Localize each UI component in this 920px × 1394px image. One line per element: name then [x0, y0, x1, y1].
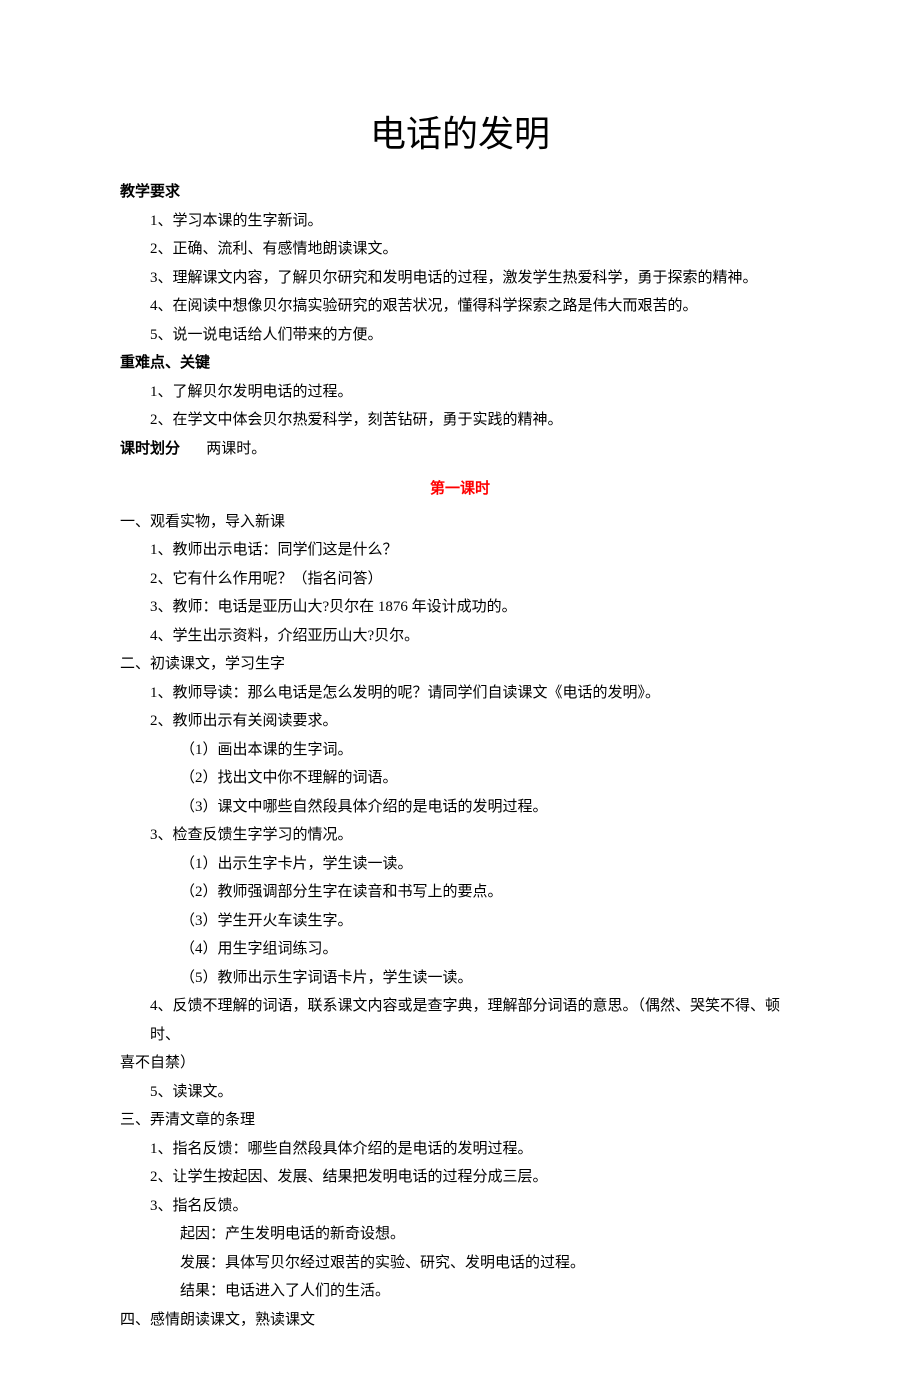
l1-sec2-item3-sub-2: （2）教师强调部分生字在读音和书写上的要点。	[120, 878, 800, 907]
l1-sec2-item3-sub-5: （5）教师出示生字词语卡片，学生读一读。	[120, 964, 800, 993]
l1-sec1-item-2: 2、它有什么作用呢？（指名问答）	[120, 565, 800, 594]
l1-sec2-item2-sub-1: （1）画出本课的生字词。	[120, 736, 800, 765]
l1-sec2-item3-sub-4: （4）用生字组词练习。	[120, 935, 800, 964]
l1-sec3-item3-sub-1: 起因：产生发明电话的新奇设想。	[120, 1220, 800, 1249]
page-title: 电话的发明	[120, 100, 800, 168]
l1-sec3-heading: 三、弄清文章的条理	[120, 1106, 800, 1135]
l1-sec2-item2-sub-3: （3）课文中哪些自然段具体介绍的是电话的发明过程。	[120, 793, 800, 822]
l1-sec4-heading: 四、感情朗读课文，熟读课文	[120, 1306, 800, 1335]
l1-sec1-item-4: 4、学生出示资料，介绍亚历山大?贝尔。	[120, 622, 800, 651]
l1-sec2-item-3: 3、检查反馈生字学习的情况。	[120, 821, 800, 850]
tr-item-4: 4、在阅读中想像贝尔搞实验研究的艰苦状况，懂得科学探索之路是伟大而艰苦的。	[120, 292, 800, 321]
l1-sec2-item2-sub-2: （2）找出文中你不理解的词语。	[120, 764, 800, 793]
l1-sec2-item-4-line1: 4、反馈不理解的词语，联系课文内容或是查字典，理解部分词语的意思。（偶然、哭笑不…	[120, 992, 800, 1049]
l1-sec3-item-1: 1、指名反馈：哪些自然段具体介绍的是电话的发明过程。	[120, 1135, 800, 1164]
class-division-row: 课时划分 两课时。	[120, 435, 800, 464]
key-points-label: 重难点、关键	[120, 349, 800, 378]
l1-sec2-item-5: 5、读课文。	[120, 1078, 800, 1107]
class-division-label: 课时划分	[120, 441, 180, 457]
l1-sec3-item-3: 3、指名反馈。	[120, 1192, 800, 1221]
kp-item-1: 1、了解贝尔发明电话的过程。	[120, 378, 800, 407]
l1-sec2-item-2: 2、教师出示有关阅读要求。	[120, 707, 800, 736]
teaching-requirements-label: 教学要求	[120, 178, 800, 207]
tr-item-5: 5、说一说电话给人们带来的方便。	[120, 321, 800, 350]
l1-sec1-item-3: 3、教师：电话是亚历山大?贝尔在 1876 年设计成功的。	[120, 593, 800, 622]
tr-item-1: 1、学习本课的生字新词。	[120, 207, 800, 236]
l1-sec1-item-1: 1、教师出示电话：同学们这是什么？	[120, 536, 800, 565]
l1-sec3-item3-sub-2: 发展：具体写贝尔经过艰苦的实验、研究、发明电话的过程。	[120, 1249, 800, 1278]
l1-sec2-item3-sub-3: （3）学生开火车读生字。	[120, 907, 800, 936]
kp-item-2: 2、在学文中体会贝尔热爱科学，刻苦钻研，勇于实践的精神。	[120, 406, 800, 435]
l1-sec2-item3-sub-1: （1）出示生字卡片，学生读一读。	[120, 850, 800, 879]
class-division-value: 两课时。	[206, 441, 266, 457]
l1-sec2-item-1: 1、教师导读：那么电话是怎么发明的呢？请同学们自读课文《电话的发明》。	[120, 679, 800, 708]
tr-item-3: 3、理解课文内容，了解贝尔研究和发明电话的过程，激发学生热爱科学，勇于探索的精神…	[120, 264, 800, 293]
l1-sec2-item-4-line2: 喜不自禁）	[120, 1049, 800, 1078]
l1-sec3-item-2: 2、让学生按起因、发展、结果把发明电话的过程分成三层。	[120, 1163, 800, 1192]
l1-sec1-heading: 一、观看实物，导入新课	[120, 508, 800, 537]
l1-sec2-heading: 二、初读课文，学习生字	[120, 650, 800, 679]
lesson-1-header: 第一课时	[120, 475, 800, 504]
tr-item-2: 2、正确、流利、有感情地朗读课文。	[120, 235, 800, 264]
